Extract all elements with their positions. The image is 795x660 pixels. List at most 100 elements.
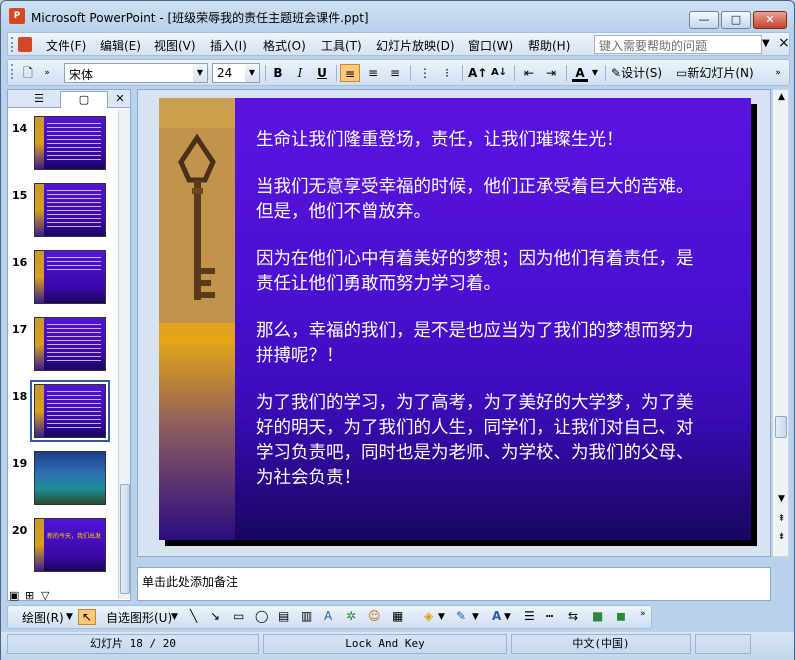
- 3d-style-icon[interactable]: ◼: [616, 609, 626, 623]
- fill-color-icon[interactable]: ◈: [424, 609, 433, 623]
- align-center-button[interactable]: ≡: [364, 64, 382, 82]
- menu-grip[interactable]: [11, 37, 14, 52]
- next-slide-icon[interactable]: ⇟: [775, 532, 788, 542]
- font-size-select[interactable]: 24 ▼: [212, 63, 260, 83]
- thumbnail-19[interactable]: 19: [8, 451, 118, 511]
- arrow-icon[interactable]: ↘: [210, 609, 220, 623]
- align-left-button[interactable]: ≡: [340, 64, 360, 82]
- toolbar-options-icon[interactable]: »: [772, 64, 784, 82]
- help-search-input[interactable]: 键入需要帮助的问题: [594, 35, 762, 54]
- shadow-style-icon[interactable]: ■: [592, 609, 603, 623]
- design-button[interactable]: ✎设计(S): [611, 64, 673, 82]
- minimize-button[interactable]: —: [689, 11, 719, 29]
- chevron-down-icon[interactable]: ▼: [245, 64, 259, 82]
- bold-button[interactable]: B: [269, 64, 287, 82]
- line-style-icon[interactable]: ☰: [524, 609, 535, 623]
- menu-tools[interactable]: 工具(T): [321, 37, 362, 54]
- maximize-button[interactable]: □: [721, 11, 751, 29]
- new-slide-button[interactable]: ▭新幻灯片(N): [676, 64, 766, 82]
- rectangle-icon[interactable]: ▭: [233, 609, 244, 623]
- draw-menu-button[interactable]: 绘图(R): [22, 609, 64, 626]
- bulleted-list-icon[interactable]: ⁝: [438, 64, 456, 82]
- chevron-down-icon[interactable]: ▼: [591, 64, 599, 82]
- clipart-icon[interactable]: ☺: [368, 609, 381, 623]
- help-dropdown-icon[interactable]: ▼: [762, 38, 770, 49]
- select-pointer-icon[interactable]: ↖: [78, 609, 97, 625]
- thumbnail-18[interactable]: 18: [8, 380, 118, 444]
- menu-edit[interactable]: 编辑(E): [100, 37, 141, 54]
- toolbar-options-icon[interactable]: »: [640, 609, 646, 619]
- italic-button[interactable]: I: [291, 64, 309, 82]
- menu-file[interactable]: 文件(F): [46, 37, 86, 54]
- chevron-down-icon[interactable]: ▼: [193, 64, 207, 82]
- scrollbar-thumb[interactable]: [120, 484, 130, 594]
- close-button[interactable]: ✕: [753, 11, 787, 29]
- increase-font-icon[interactable]: A↑: [468, 64, 487, 82]
- thumbnail-14[interactable]: 14: [8, 116, 118, 176]
- font-color-icon[interactable]: A: [492, 609, 501, 623]
- slide-thumbnail[interactable]: 新的今天，我们出发: [34, 518, 106, 572]
- slide-scrollbar[interactable]: ▲ ▼ ⇞ ⇟: [772, 89, 789, 557]
- slide-thumbnail[interactable]: [34, 183, 106, 237]
- slide-thumbnail[interactable]: [34, 451, 106, 505]
- picture-icon[interactable]: ▦: [392, 609, 403, 623]
- slide-thumbnail[interactable]: [34, 116, 106, 170]
- vertical-textbox-icon[interactable]: ▥: [301, 609, 312, 623]
- slide-body-text[interactable]: 生命让我们隆重登场，责任，让我们璀璨生光！ 当我们无意享受幸福的时候，他们正承受…: [256, 128, 696, 513]
- close-document-button[interactable]: ×: [778, 35, 790, 51]
- numbered-list-icon[interactable]: ⋮: [416, 64, 434, 82]
- dash-style-icon[interactable]: ┅: [546, 609, 553, 623]
- normal-view-icon[interactable]: ▣: [9, 589, 19, 602]
- slide-thumbnail[interactable]: [34, 317, 106, 371]
- chevron-down-icon[interactable]: ▼: [438, 612, 445, 622]
- oval-icon[interactable]: ◯: [255, 609, 268, 623]
- scroll-down-icon[interactable]: ▼: [775, 494, 788, 504]
- sorter-view-icon[interactable]: ⊞: [25, 589, 34, 602]
- chevron-down-icon[interactable]: ▼: [504, 612, 511, 622]
- thumbnails-scrollbar[interactable]: [118, 109, 130, 599]
- close-panel-icon[interactable]: ✕: [112, 91, 128, 108]
- textbox-icon[interactable]: ▤: [278, 609, 289, 623]
- design-template-status[interactable]: Lock And Key: [263, 634, 507, 654]
- slide-thumbnail[interactable]: [34, 250, 106, 304]
- current-slide[interactable]: 生命让我们隆重登场，责任，让我们璀璨生光！ 当我们无意享受幸福的时候，他们正承受…: [159, 98, 751, 540]
- slide-thumbnail[interactable]: [34, 384, 106, 438]
- scroll-up-icon[interactable]: ▲: [775, 92, 788, 102]
- slideshow-view-icon[interactable]: ▽: [41, 589, 49, 602]
- menu-slideshow[interactable]: 幻灯片放映(D): [376, 37, 455, 54]
- underline-button[interactable]: U: [313, 64, 331, 82]
- toolbar-grip[interactable]: [11, 64, 14, 79]
- font-color-button[interactable]: A: [572, 64, 588, 82]
- toolbar-options-icon[interactable]: »: [42, 64, 52, 82]
- line-color-icon[interactable]: ✎: [456, 609, 466, 623]
- decrease-font-icon[interactable]: A↓: [490, 64, 508, 82]
- outline-tab[interactable]: ☰: [22, 91, 56, 108]
- autoshapes-button[interactable]: 自选图形(U): [106, 609, 172, 626]
- chevron-down-icon[interactable]: ▼: [171, 612, 178, 622]
- new-document-icon[interactable]: 🗋: [20, 64, 36, 82]
- document-icon[interactable]: [18, 37, 32, 52]
- increase-indent-icon[interactable]: ⇥: [542, 64, 560, 82]
- thumbnail-16[interactable]: 16: [8, 250, 118, 310]
- menu-insert[interactable]: 插入(I): [210, 37, 247, 54]
- powerpoint-app-icon[interactable]: P: [9, 8, 25, 24]
- menu-window[interactable]: 窗口(W): [468, 37, 513, 54]
- menu-view[interactable]: 视图(V): [154, 37, 196, 54]
- thumbnail-17[interactable]: 17: [8, 317, 118, 377]
- menu-format[interactable]: 格式(O): [263, 37, 306, 54]
- font-name-select[interactable]: 宋体 ▼: [64, 63, 208, 83]
- align-right-button[interactable]: ≡: [386, 64, 404, 82]
- decrease-indent-icon[interactable]: ⇤: [520, 64, 538, 82]
- previous-slide-icon[interactable]: ⇞: [775, 514, 788, 524]
- wordart-icon[interactable]: A: [324, 609, 332, 623]
- diagram-icon[interactable]: ✲: [346, 609, 356, 623]
- thumbnail-15[interactable]: 15: [8, 183, 118, 243]
- menu-help[interactable]: 帮助(H): [528, 37, 570, 54]
- chevron-down-icon[interactable]: ▼: [66, 612, 73, 622]
- scrollbar-thumb[interactable]: [775, 416, 787, 438]
- chevron-down-icon[interactable]: ▼: [472, 612, 479, 622]
- arrow-style-icon[interactable]: ⇆: [568, 609, 578, 623]
- line-icon[interactable]: ╲: [190, 609, 197, 623]
- thumbnail-20[interactable]: 20 新的今天，我们出发: [8, 518, 118, 578]
- slides-tab[interactable]: ▢: [60, 91, 108, 108]
